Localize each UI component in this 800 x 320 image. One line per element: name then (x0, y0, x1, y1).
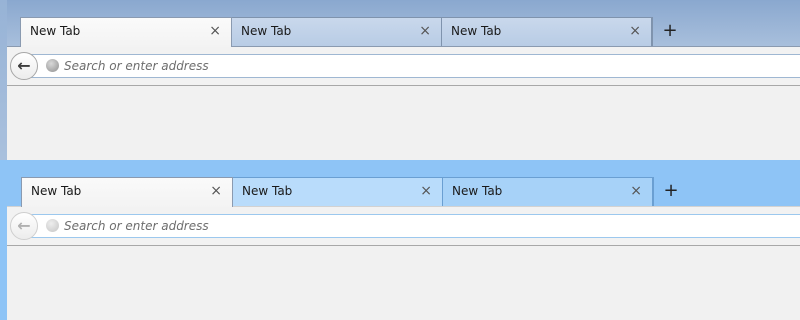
close-tab-icon[interactable]: × (209, 23, 221, 39)
browser-window-1: New Tab × New Tab × New Tab × + ← (0, 0, 800, 160)
new-tab-button[interactable]: + (653, 177, 688, 206)
close-tab-icon[interactable]: × (630, 183, 642, 199)
page-content (7, 246, 800, 320)
globe-icon (46, 59, 59, 72)
tab-label: New Tab (452, 184, 503, 198)
back-button[interactable]: ← (10, 52, 38, 80)
close-tab-icon[interactable]: × (629, 23, 641, 39)
tab-2[interactable]: New Tab × (231, 17, 442, 46)
tab-3[interactable]: New Tab × (441, 17, 652, 46)
window-frame (0, 160, 7, 320)
tab-1[interactable]: New Tab × (21, 177, 233, 207)
browser-window-2: New Tab × New Tab × New Tab × + ← (0, 160, 800, 320)
close-tab-icon[interactable]: × (210, 183, 222, 199)
new-tab-button[interactable]: + (652, 17, 687, 46)
close-tab-icon[interactable]: × (420, 183, 432, 199)
navigation-toolbar: ← (7, 206, 800, 246)
address-bar[interactable] (31, 54, 800, 78)
back-button[interactable]: ← (10, 212, 38, 240)
address-input[interactable] (64, 58, 764, 74)
tab-label: New Tab (451, 24, 502, 38)
address-input[interactable] (64, 218, 764, 234)
tab-label: New Tab (242, 184, 293, 198)
tab-1[interactable]: New Tab × (20, 17, 232, 47)
tab-label: New Tab (241, 24, 292, 38)
tab-label: New Tab (30, 24, 81, 38)
navigation-toolbar: ← (7, 46, 800, 86)
globe-icon (46, 219, 59, 232)
address-bar[interactable] (31, 214, 800, 238)
tab-3[interactable]: New Tab × (442, 177, 653, 206)
page-content (7, 86, 800, 160)
tab-label: New Tab (31, 184, 82, 198)
window-frame (0, 0, 7, 160)
tab-strip: New Tab × New Tab × New Tab × + (0, 0, 800, 47)
close-tab-icon[interactable]: × (419, 23, 431, 39)
tab-2[interactable]: New Tab × (232, 177, 443, 206)
tab-strip: New Tab × New Tab × New Tab × + (0, 160, 800, 207)
